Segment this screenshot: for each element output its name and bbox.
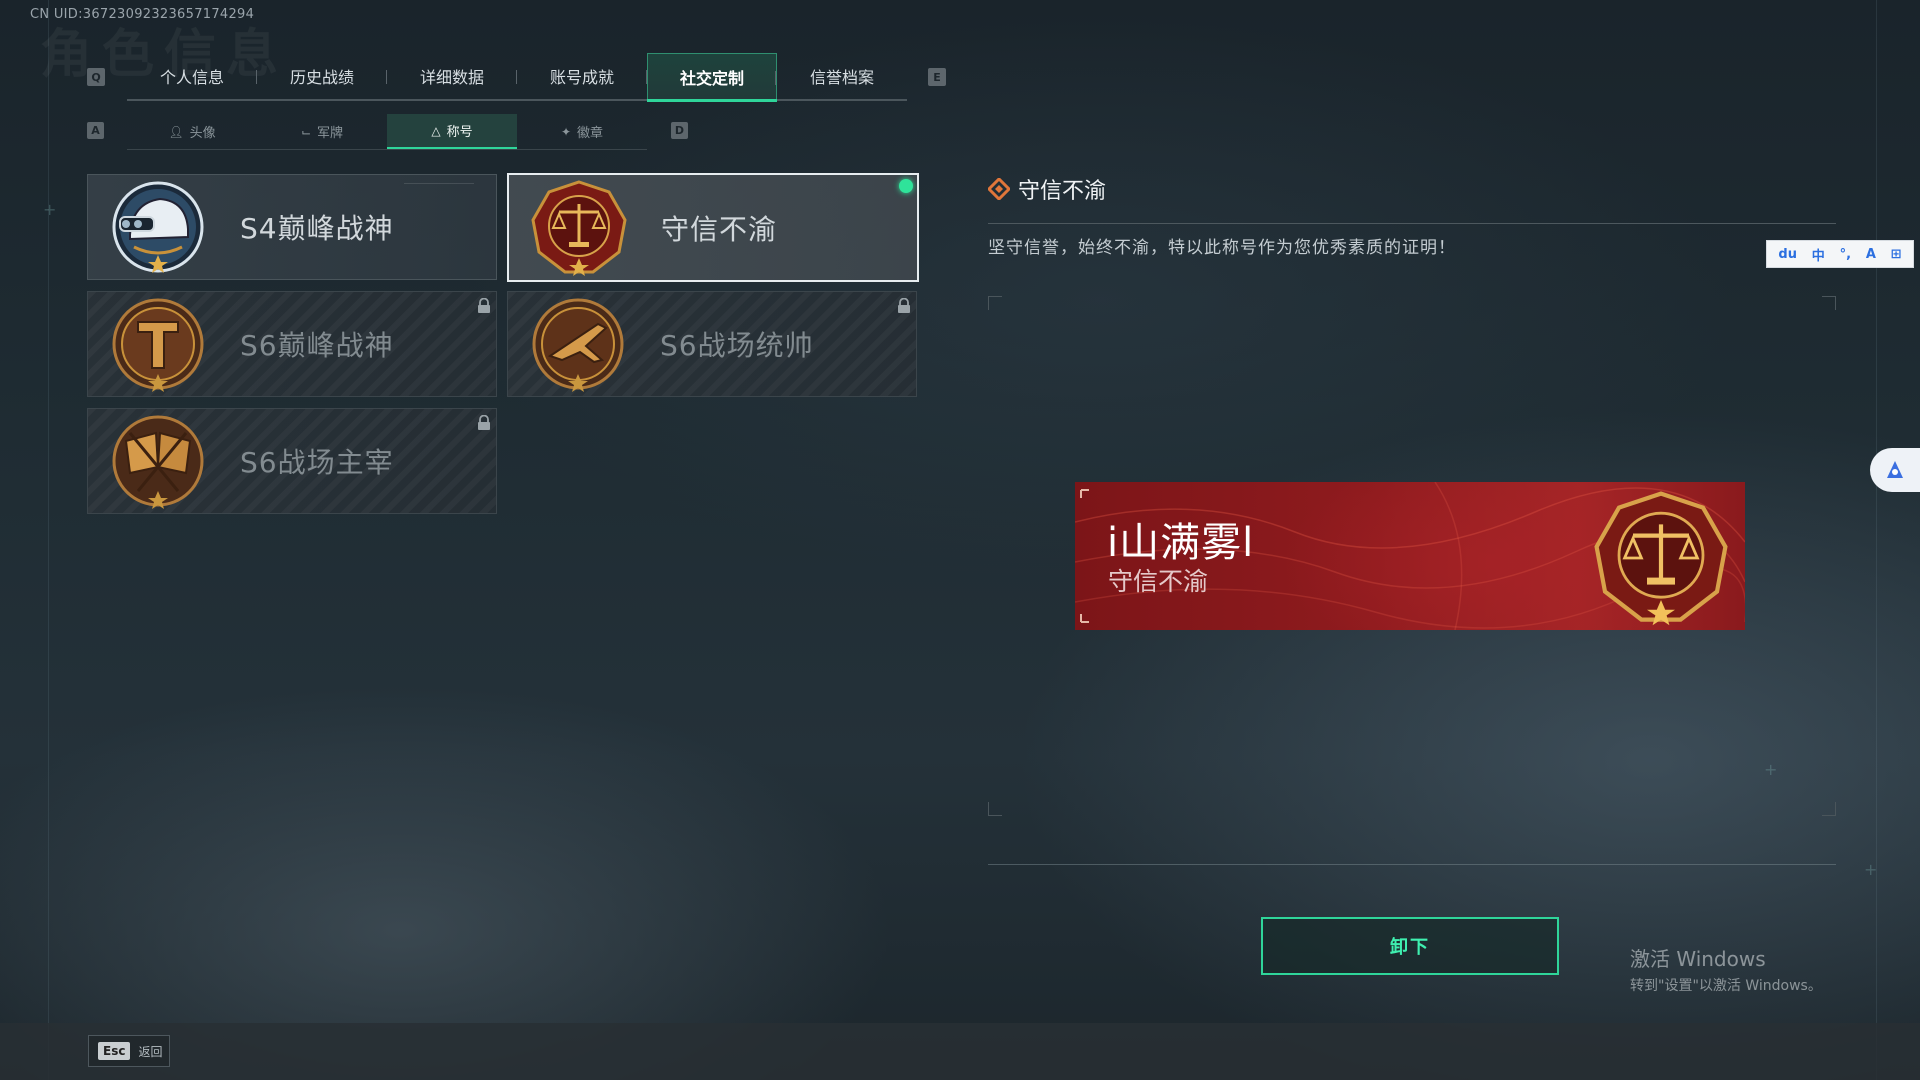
- frame-corner: [988, 296, 1002, 310]
- hud-crosshair: +: [1764, 760, 1778, 779]
- title-card-label: S6战场统帅: [660, 329, 814, 362]
- title-card-s6-dominator[interactable]: S6战场主宰: [87, 408, 497, 514]
- title-card-s4-peak[interactable]: S4巅峰战神: [87, 174, 497, 280]
- ime-grid-icon[interactable]: ⊞: [1891, 247, 1902, 262]
- lock-icon: [478, 298, 490, 313]
- subtab-avatar[interactable]: 👤︎ 头像: [127, 114, 257, 149]
- title-card-label: 守信不渝: [661, 212, 778, 246]
- key-hint-q[interactable]: Q: [87, 68, 105, 86]
- title-card-label: S6巅峰战神: [240, 329, 394, 362]
- subtab-dogtag[interactable]: ⌙ 军牌: [257, 114, 387, 149]
- hud-crosshair: +: [43, 200, 57, 219]
- subtab-title[interactable]: △ 称号: [387, 114, 517, 149]
- tab-achievements[interactable]: 账号成就: [517, 53, 647, 99]
- footer-bar: [0, 1023, 1920, 1080]
- back-button[interactable]: Esc 返回: [88, 1035, 170, 1067]
- ime-chinese-toggle[interactable]: 中: [1812, 245, 1825, 264]
- uid-label: CN UID:367230923236571742​94: [30, 7, 255, 22]
- frame-corner: [1822, 802, 1836, 816]
- assistant-icon: [1887, 461, 1903, 478]
- key-hint-a[interactable]: A: [87, 122, 104, 139]
- panel-bottom-divider: [988, 864, 1836, 865]
- preview-player-name: i山满雾l: [1107, 520, 1255, 566]
- title-preview-banner: i山满雾l 守信不渝: [1075, 482, 1745, 630]
- frame-corner: [1822, 296, 1836, 310]
- title-card-keep-faith[interactable]: 守信不渝: [507, 173, 919, 282]
- title-card-label: S4巅峰战神: [240, 212, 394, 245]
- jet-emblem-icon: [532, 298, 624, 392]
- lock-icon: [898, 298, 910, 313]
- tab-detailed-stats[interactable]: 详细数据: [387, 53, 517, 99]
- watermark-line2: 转到"设置"以激活 Windows。: [1630, 978, 1822, 994]
- ime-logo-icon[interactable]: du: [1778, 247, 1797, 262]
- esc-key-hint: Esc: [98, 1042, 131, 1060]
- subtab-badge-label: 徽章: [577, 126, 604, 141]
- lock-icon: [478, 415, 490, 430]
- tab-personal-info[interactable]: 个人信息: [127, 53, 257, 99]
- detail-title: 守信不渝: [1018, 179, 1107, 204]
- floating-assistant-button[interactable]: [1870, 448, 1920, 492]
- subtab-title-label: 称号: [446, 125, 473, 140]
- equipped-indicator: [899, 179, 913, 193]
- dogtag-icon: ⌙: [300, 124, 312, 139]
- title-card-s6-commander[interactable]: S6战场统帅: [507, 291, 917, 397]
- key-hint-e[interactable]: E: [928, 68, 946, 86]
- watermark-line1: 激活 Windows: [1630, 947, 1766, 971]
- crossed-flags-emblem-icon: [112, 415, 204, 509]
- tab-social-custom[interactable]: 社交定制: [647, 53, 777, 102]
- back-label: 返回: [138, 1044, 163, 1059]
- preview-title-text: 守信不渝: [1108, 567, 1209, 596]
- hud-crosshair: +: [1864, 860, 1878, 879]
- person-icon: 👤︎: [168, 124, 184, 139]
- subtab-badge[interactable]: ✦ 徽章: [517, 114, 647, 149]
- main-tab-bar: 个人信息 历史战绩 详细数据 账号成就 社交定制 信誉档案: [127, 53, 907, 102]
- ime-assistant-icon[interactable]: A: [1866, 247, 1876, 262]
- t-shield-emblem-icon: [112, 298, 204, 392]
- badge-icon: ✦: [560, 124, 572, 139]
- detail-header: 守信不渝: [988, 173, 1106, 205]
- helmet-emblem-icon: [112, 181, 204, 273]
- windows-activation-watermark: 激活 Windows 转到"设置"以激活 Windows。: [1630, 943, 1822, 995]
- subtab-dogtag-label: 军牌: [317, 126, 344, 141]
- scales-emblem-icon: [1594, 491, 1728, 626]
- tab-match-history[interactable]: 历史战绩: [257, 53, 387, 99]
- title-card-s6-peak[interactable]: S6巅峰战神: [87, 291, 497, 397]
- title-icon: △: [431, 123, 441, 138]
- frame-corner: [988, 802, 1002, 816]
- tab-credit-record[interactable]: 信誉档案: [777, 53, 907, 99]
- title-card-label: S6战场主宰: [240, 446, 394, 479]
- diamond-icon: [988, 178, 1010, 200]
- hud-guide-line: [1876, 0, 1877, 1080]
- card-deco-line: [404, 183, 474, 184]
- subtab-avatar-label: 头像: [189, 126, 216, 141]
- detail-divider: [988, 223, 1836, 224]
- scales-emblem-icon: [531, 179, 627, 276]
- ime-toolbar[interactable]: du 中 °, A ⊞: [1766, 240, 1914, 268]
- ime-punctuation-toggle[interactable]: °,: [1840, 247, 1851, 262]
- sub-tab-bar: 👤︎ 头像 ⌙ 军牌 △ 称号 ✦ 徽章: [127, 114, 647, 150]
- unequip-button[interactable]: 卸下: [1261, 917, 1559, 975]
- hud-guide-line: [48, 0, 49, 1080]
- detail-description: 坚守信誉，始终不渝，特以此称号作为您优秀素质的证明！: [988, 238, 1456, 258]
- key-hint-d[interactable]: D: [671, 122, 688, 139]
